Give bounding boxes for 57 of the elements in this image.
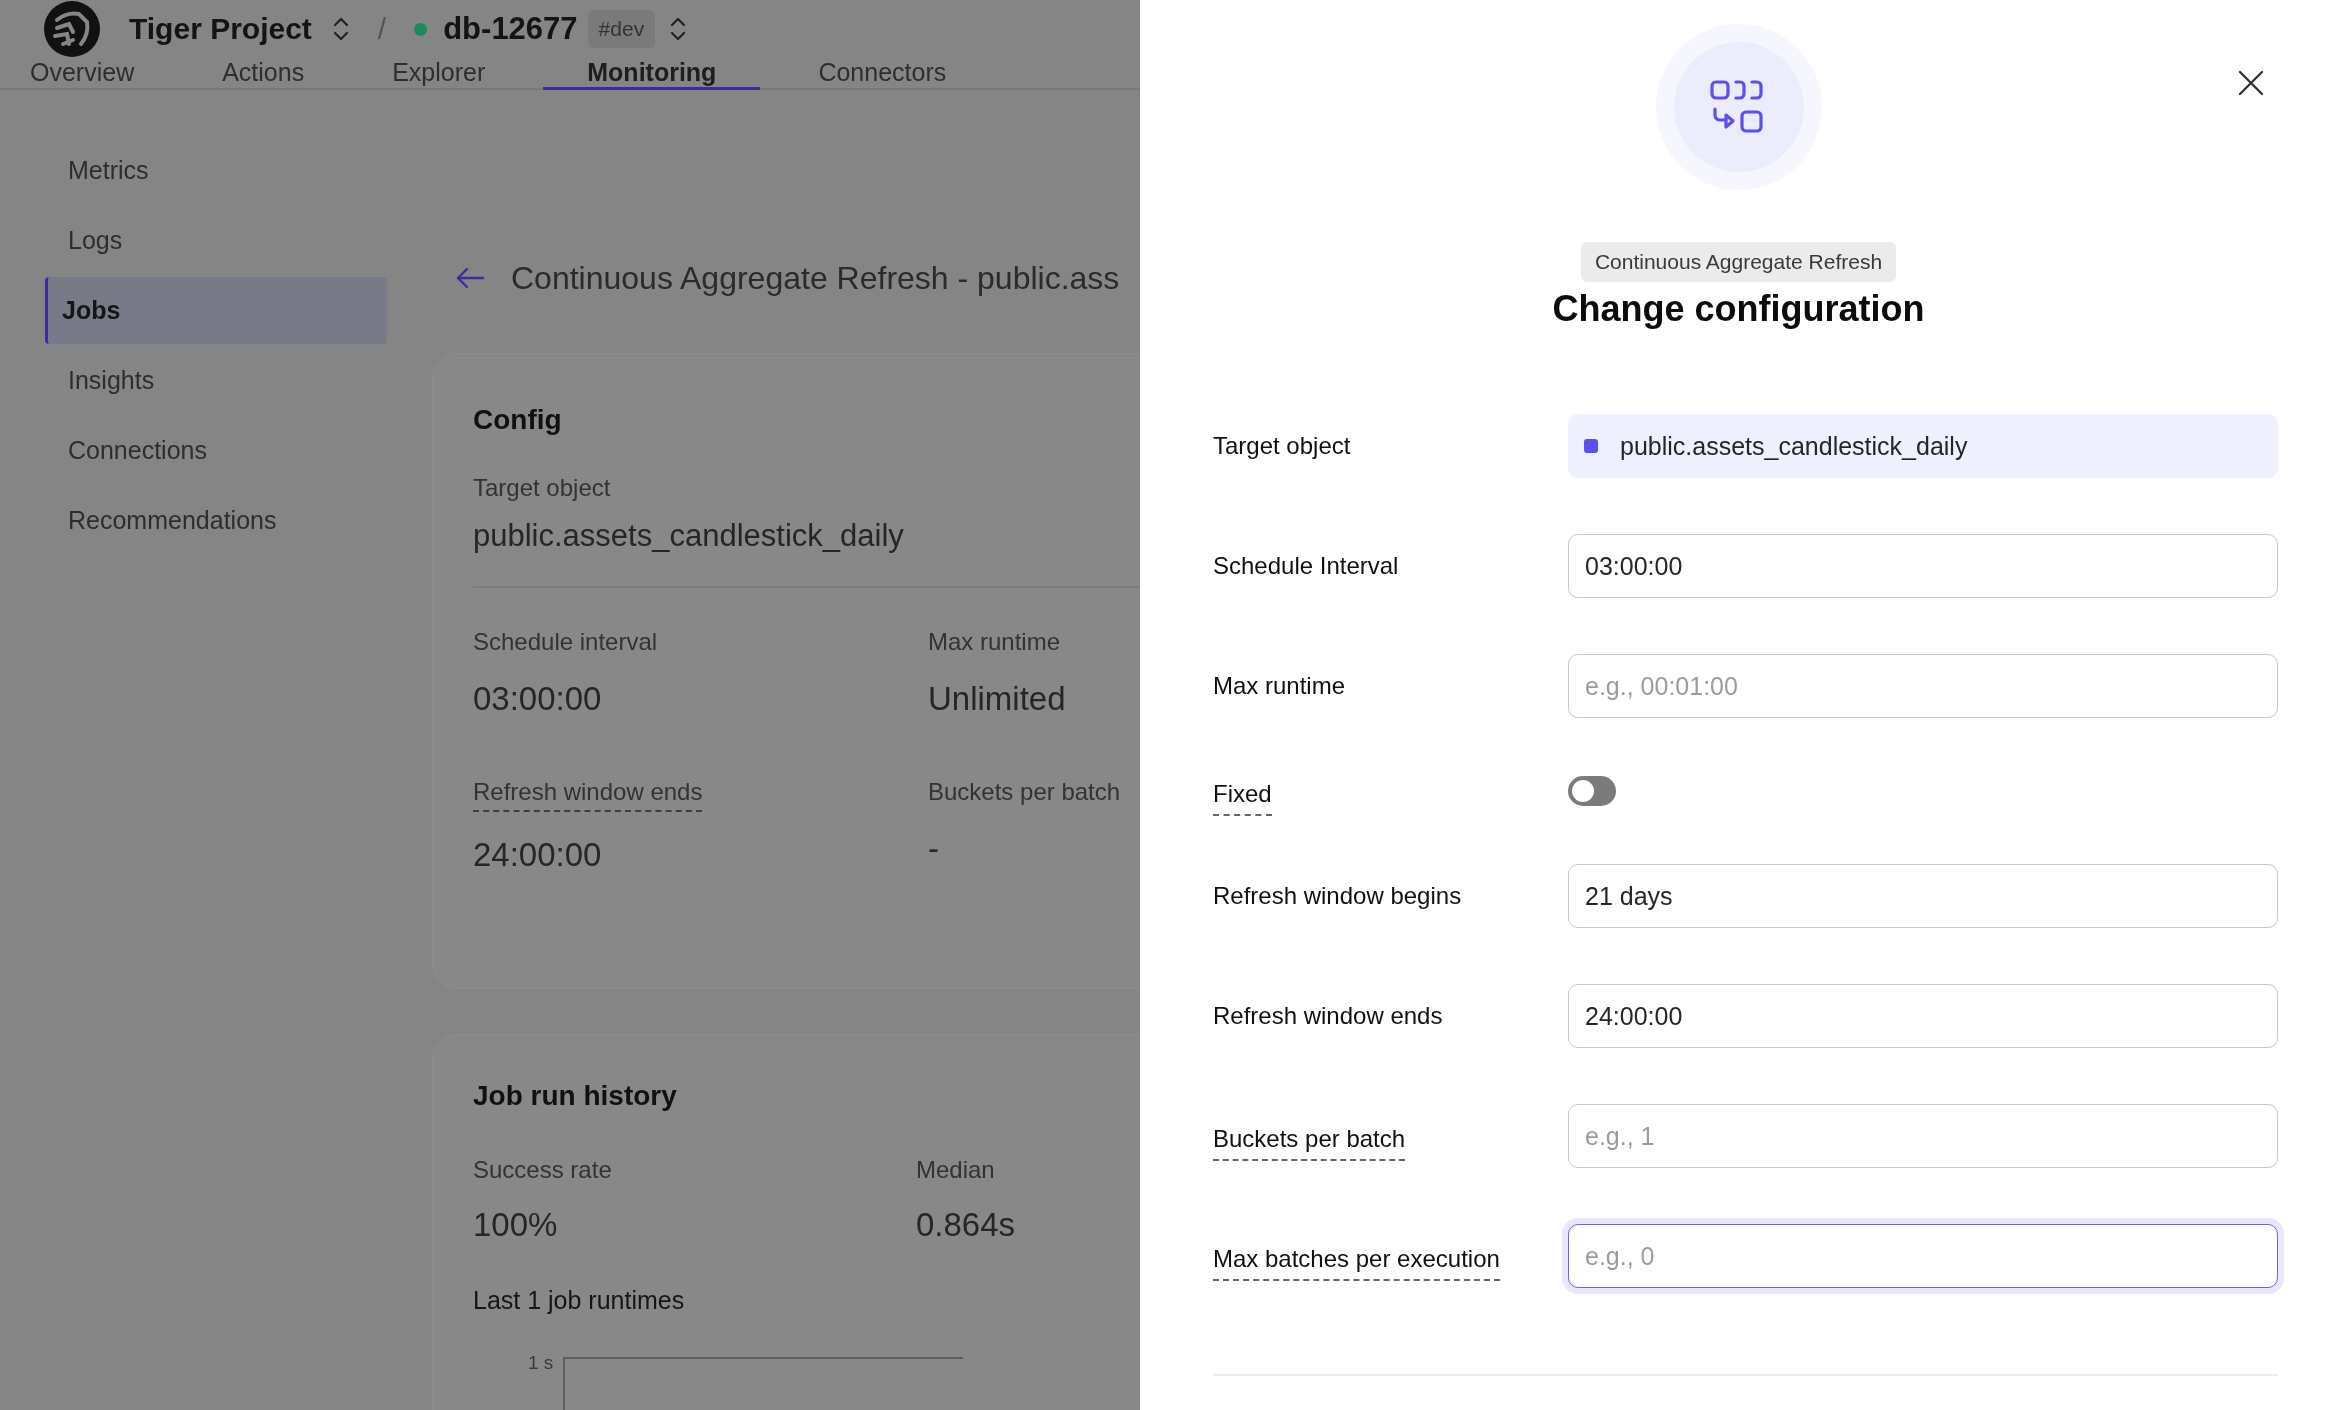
stat-value: 100% (473, 1206, 558, 1244)
sidebar-item[interactable]: Jobs (45, 277, 387, 344)
field-label: Target object (473, 474, 612, 502)
input-field[interactable]: e.g., 0 (1568, 1224, 2278, 1288)
field-label: Buckets per batch (928, 778, 1121, 806)
axis-tick-label: 1 s (528, 1352, 554, 1374)
field-label: Refresh window begins (1213, 882, 1462, 910)
input-field[interactable]: e.g., 1 (1568, 1104, 2278, 1168)
project-name[interactable]: Tiger Project (129, 12, 312, 46)
nav-tab[interactable]: Overview (0, 58, 165, 90)
nav-tab[interactable]: Actions (192, 58, 335, 90)
input-field[interactable]: 03:00:00 (1568, 534, 2278, 598)
field-label: Fixed (1213, 780, 1272, 816)
field-value: 24:00:00 (473, 836, 602, 874)
stat-label: Median (916, 1156, 995, 1184)
stat-value: 0.864s (916, 1206, 1016, 1244)
environment-tag: #dev (587, 10, 656, 48)
input-field[interactable]: 24:00:00 (1568, 984, 2278, 1048)
field-label: Target object (1213, 432, 1351, 460)
field-value: - (928, 830, 939, 868)
nav-tab[interactable]: Monitoring (543, 58, 761, 90)
field-value: public.assets_candlestick_daily (473, 518, 905, 554)
sidebar-item[interactable]: Recommendations (45, 487, 387, 554)
field-value: Unlimited (928, 680, 1066, 718)
sidebar-item[interactable]: Logs (45, 207, 387, 274)
input-field[interactable]: 21 days (1568, 864, 2278, 928)
drawer-title: Change configuration (1552, 288, 1925, 330)
field-label: Refresh window ends (1213, 1002, 1443, 1030)
card-title: Config (473, 404, 563, 436)
field-label: Buckets per batch (1213, 1125, 1406, 1161)
field-label: Max runtime (928, 628, 1061, 656)
nav-tab[interactable]: Explorer (362, 58, 516, 90)
sidebar-item[interactable]: Metrics (45, 137, 387, 204)
sidebar-item[interactable]: Connections (45, 417, 387, 484)
updown-chevron-icon[interactable] (669, 15, 688, 43)
nav-tab[interactable]: Connectors (788, 58, 977, 90)
field-label: Max batches per execution (1213, 1245, 1500, 1281)
card-title: Job run history (473, 1080, 678, 1112)
page-title: Continuous Aggregate Refresh - public.ass (511, 259, 1120, 297)
chart-title: Last 1 job runtimes (473, 1286, 686, 1315)
field-label: Refresh window ends (473, 778, 703, 812)
field-label: Schedule interval (473, 628, 658, 656)
input-field[interactable]: e.g., 00:01:00 (1568, 654, 2278, 718)
breadcrumb-separator: / (377, 12, 387, 46)
back-arrow-icon[interactable] (455, 266, 485, 290)
stat-label: Success rate (473, 1156, 612, 1184)
toggle-switch[interactable] (1568, 776, 1616, 806)
logo-icon[interactable] (43, 0, 101, 58)
field-label: Max runtime (1213, 672, 1346, 700)
target-object-field[interactable]: public.assets_candlestick_daily (1568, 414, 2278, 478)
field-label: Schedule Interval (1213, 552, 1399, 580)
updown-chevron-icon[interactable] (331, 15, 350, 43)
close-icon[interactable] (2238, 70, 2264, 96)
sidebar-item[interactable]: Insights (45, 347, 387, 414)
type-badge: Continuous Aggregate Refresh (1580, 242, 1897, 282)
service-name[interactable]: db-12677 (443, 11, 578, 47)
field-value: 03:00:00 (473, 680, 602, 718)
